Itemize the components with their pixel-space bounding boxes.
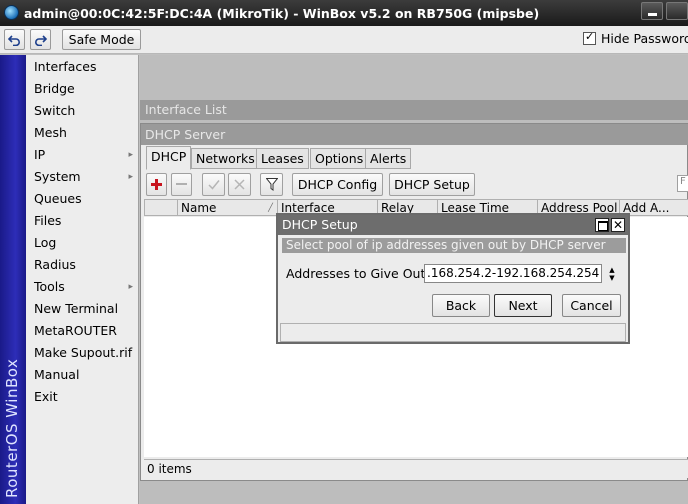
menu-item-ip[interactable]: IP ▸ <box>26 144 139 166</box>
tab-options[interactable]: Options <box>310 148 369 169</box>
menu-item-label: Make Supout.rif <box>34 345 133 360</box>
menu-item-log[interactable]: Log <box>26 232 139 254</box>
undo-button[interactable] <box>4 29 25 50</box>
menu-item-label: Tools <box>34 279 65 294</box>
plus-icon <box>151 179 162 190</box>
close-icon[interactable]: ✕ <box>611 218 625 232</box>
dialog-status-bar <box>280 323 626 342</box>
column-label: Name <box>181 201 217 215</box>
menu-item-system[interactable]: System ▸ <box>26 166 139 188</box>
disable-button[interactable] <box>228 173 251 196</box>
menu-item-label: IP <box>34 147 46 162</box>
menu-item-label: Files <box>34 213 62 228</box>
back-button[interactable]: Back <box>432 294 490 317</box>
dhcp-config-button[interactable]: DHCP Config <box>292 173 383 196</box>
menu-item-label: Interfaces <box>34 59 97 74</box>
safe-mode-button[interactable]: Safe Mode <box>62 29 141 50</box>
minus-icon <box>176 183 187 185</box>
menu-item-manual[interactable]: Manual <box>26 364 139 386</box>
filter-icon <box>265 178 278 191</box>
tab-dhcp[interactable]: DHCP <box>146 146 192 170</box>
addresses-field-label: Addresses to Give Out: <box>286 266 430 281</box>
menu-item-label: MetaROUTER <box>34 323 117 338</box>
main-toolbar: Safe Mode Hide Passwords <box>0 26 688 54</box>
main-menu: Interfaces Bridge Switch Mesh IP ▸ System… <box>26 55 139 504</box>
menu-item-switch[interactable]: Switch <box>26 100 139 122</box>
submenu-arrow-icon: ▸ <box>128 282 133 292</box>
dhcp-setup-titlebar[interactable]: DHCP Setup <box>278 215 628 235</box>
menu-item-label: Radius <box>34 257 76 272</box>
menu-item-files[interactable]: Files <box>26 210 139 232</box>
menu-item-label: Manual <box>34 367 80 382</box>
menu-item-label: Log <box>34 235 57 250</box>
next-button[interactable]: Next <box>494 294 552 317</box>
menu-item-label: Switch <box>34 103 76 118</box>
dhcp-setup-dialog: DHCP Setup ✕ Select pool of ip addresses… <box>276 213 630 344</box>
menu-item-new-terminal[interactable]: New Terminal <box>26 298 139 320</box>
menu-item-label: Queues <box>34 191 82 206</box>
checkbox-checked-icon[interactable] <box>583 30 596 45</box>
menu-item-label: Mesh <box>34 125 67 140</box>
filter-button[interactable] <box>260 173 283 196</box>
menu-item-queues[interactable]: Queues <box>26 188 139 210</box>
workspace-bottom-area <box>140 482 688 504</box>
dialog-description: Select pool of ip addresses given out by… <box>282 238 626 253</box>
menu-item-bridge[interactable]: Bridge <box>26 78 139 100</box>
column-header-name[interactable]: Name ╱ <box>177 200 277 216</box>
menu-item-label: System <box>34 169 81 184</box>
addresses-to-give-out-input[interactable]: .168.254.2-192.168.254.254 <box>424 264 602 283</box>
menu-item-label: Exit <box>34 389 58 404</box>
hide-passwords-label: Hide Passwords <box>601 31 688 46</box>
menu-item-metarouter[interactable]: MetaROUTER <box>26 320 139 342</box>
add-button[interactable] <box>146 173 167 196</box>
menu-item-make-supout[interactable]: Make Supout.rif <box>26 342 139 364</box>
menu-item-label: Bridge <box>34 81 75 96</box>
menu-item-exit[interactable]: Exit <box>26 386 139 408</box>
cancel-button[interactable]: Cancel <box>562 294 621 317</box>
window-title: admin@00:0C:42:5F:DC:4A (MikroTik) - Win… <box>24 6 540 21</box>
check-icon <box>207 180 220 190</box>
maximize-button[interactable] <box>666 2 688 20</box>
cross-icon <box>234 179 245 190</box>
column-header-select[interactable] <box>144 200 177 216</box>
menu-item-tools[interactable]: Tools ▸ <box>26 276 139 298</box>
find-input[interactable]: F <box>677 175 688 192</box>
redo-button[interactable] <box>30 29 51 50</box>
spin-updown-icon[interactable]: ▲ ▼ <box>606 266 618 282</box>
menu-item-radius[interactable]: Radius <box>26 254 139 276</box>
interface-list-window-titlebar[interactable]: Interface List <box>140 100 688 120</box>
hide-passwords-checkbox[interactable]: Hide Passwords <box>583 30 688 46</box>
item-count-status: 0 items <box>144 459 688 478</box>
menu-item-mesh[interactable]: Mesh <box>26 122 139 144</box>
submenu-arrow-icon: ▸ <box>128 172 133 182</box>
redo-icon <box>35 34 47 46</box>
enable-button[interactable] <box>202 173 225 196</box>
winbox-app-icon <box>4 5 19 20</box>
sort-indicator-icon: ╱ <box>268 203 273 212</box>
tab-alerts[interactable]: Alerts <box>365 148 412 169</box>
dhcp-server-titlebar[interactable]: DHCP Server <box>141 124 688 145</box>
submenu-arrow-icon: ▸ <box>128 150 133 160</box>
window-titlebar: admin@00:0C:42:5F:DC:4A (MikroTik) - Win… <box>0 0 688 26</box>
menu-item-label: New Terminal <box>34 301 119 316</box>
dhcp-setup-button[interactable]: DHCP Setup <box>389 173 475 196</box>
remove-button[interactable] <box>171 173 192 196</box>
undo-icon <box>8 34 20 46</box>
tab-networks[interactable]: Networks <box>191 148 260 169</box>
menu-item-interfaces[interactable]: Interfaces <box>26 56 139 78</box>
minimize-button[interactable] <box>641 2 663 20</box>
maximize-icon[interactable] <box>595 218 609 232</box>
tab-leases[interactable]: Leases <box>256 148 309 169</box>
routeros-winbox-vertical-label: RouterOS WinBox <box>3 358 21 498</box>
